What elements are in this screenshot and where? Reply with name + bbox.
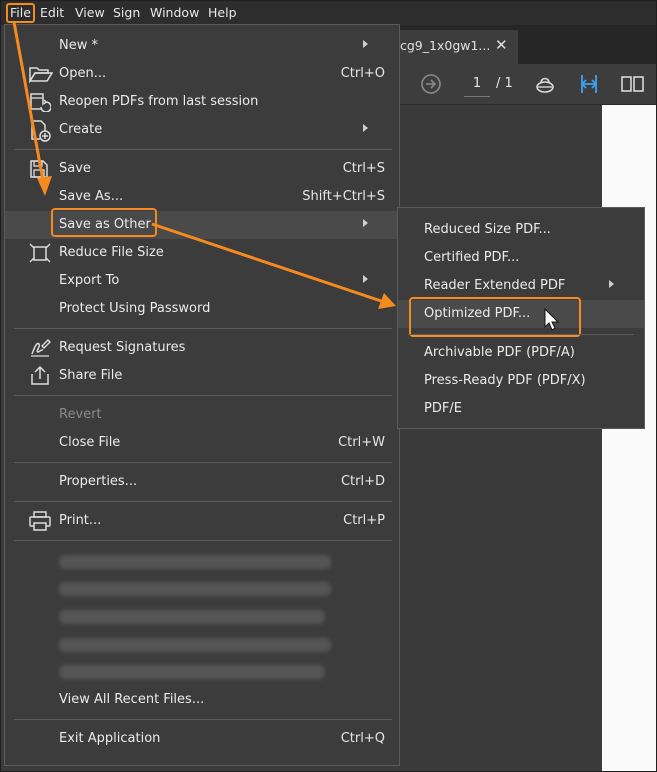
- arrow-file-to-saveas: [12, 21, 46, 187]
- arrowhead-icon: [37, 176, 52, 196]
- cursor-arrow-icon: [544, 307, 560, 331]
- arrow-other-to-optimized: [151, 222, 385, 304]
- annotation-arrows: [12, 21, 560, 331]
